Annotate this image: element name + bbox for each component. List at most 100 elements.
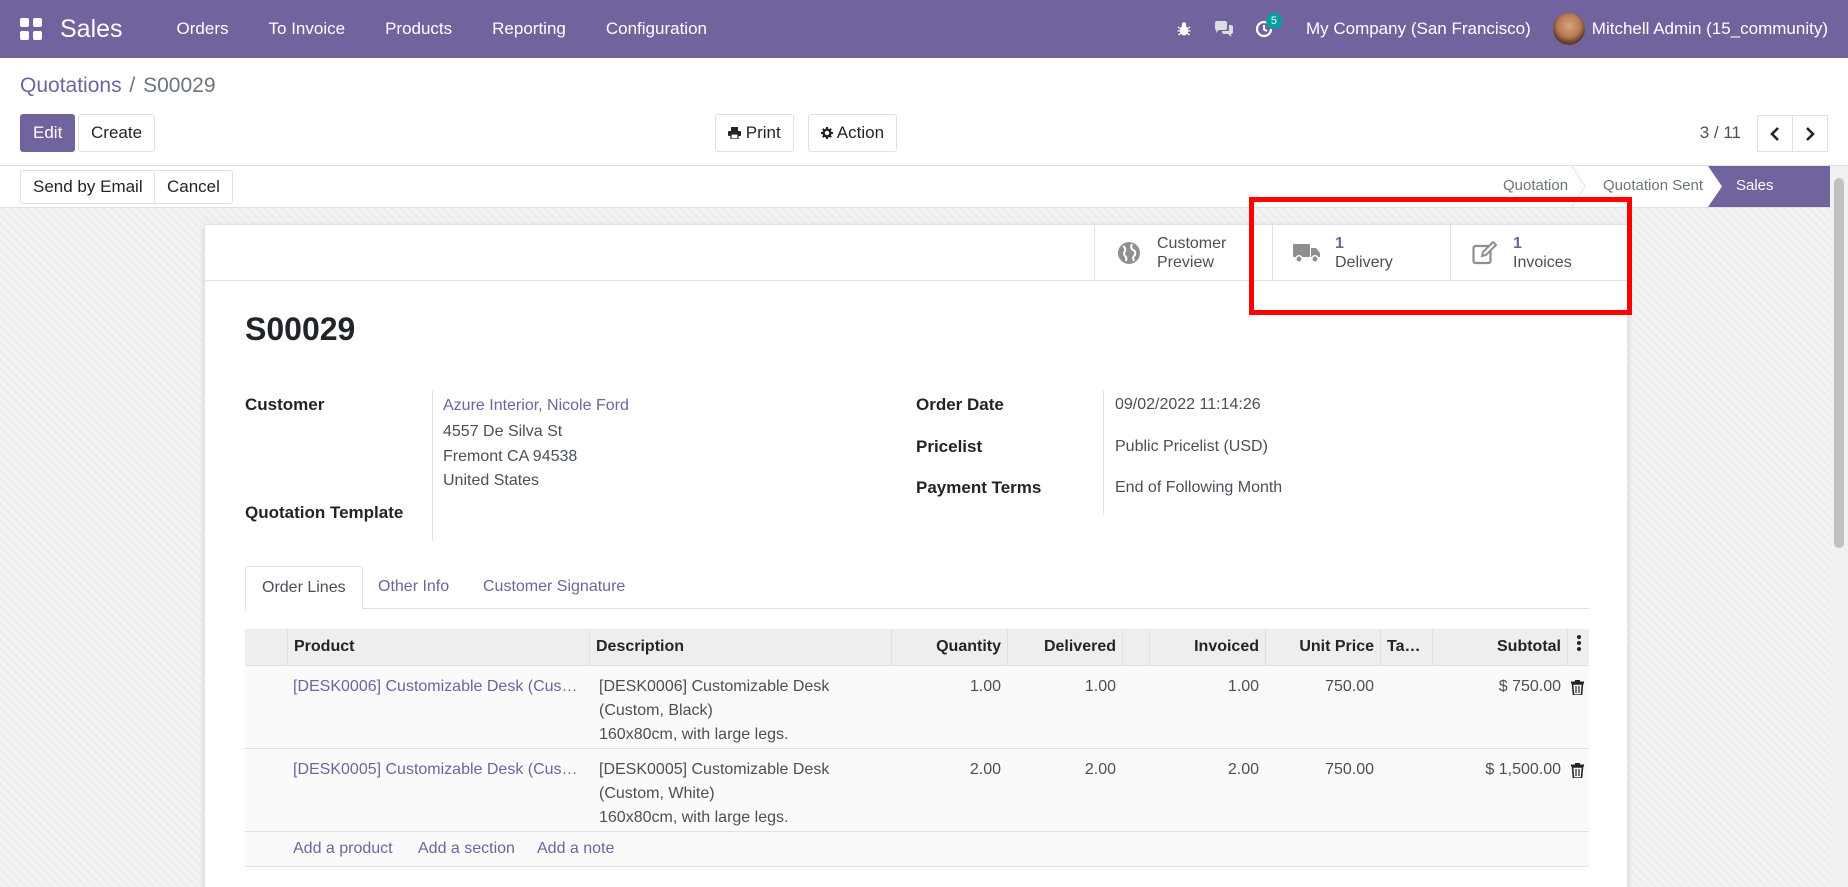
cancel-button[interactable]: Cancel (154, 170, 233, 204)
breadcrumb-separator: / (129, 74, 136, 97)
menu-configuration[interactable]: Configuration (586, 0, 727, 58)
order-date-label: Order Date (916, 395, 1004, 414)
description-line: (Custom, Black) (599, 702, 713, 719)
chevron-right-icon (1806, 126, 1815, 141)
description-line: [DESK0005] Customizable Desk (599, 761, 830, 778)
menu-products[interactable]: Products (365, 0, 472, 58)
send-by-email-button[interactable]: Send by Email (20, 170, 156, 204)
apps-menu-icon[interactable] (20, 18, 42, 40)
customer-preview-line2: Preview (1157, 253, 1214, 271)
field-divider (432, 391, 433, 541)
description-line: (Custom, White) (599, 785, 715, 802)
add-product-link[interactable]: Add a product (293, 840, 393, 858)
description-line: [DESK0006] Customizable Desk (599, 678, 830, 695)
customer-preview-button[interactable]: Customer Preview (1094, 225, 1272, 280)
customer-preview-line1: Customer (1157, 234, 1227, 252)
chat-messages-icon[interactable] (1204, 0, 1244, 58)
description-line: 160x80cm, with large legs. (599, 809, 789, 826)
delivery-smart-button[interactable]: 1 Delivery (1272, 225, 1450, 280)
row-quantity[interactable]: 1.00 (891, 675, 1001, 699)
print-button[interactable]: Print (715, 114, 794, 152)
column-handle (245, 629, 287, 665)
notebook-tabs: Order Lines Other Info Customer Signatur… (245, 566, 1589, 610)
description-line: 160x80cm, with large legs. (599, 726, 789, 743)
pricelist-value: Public Pricelist (USD) (1115, 438, 1268, 455)
action-label: Action (836, 123, 885, 142)
row-invoiced: 1.00 (1227, 678, 1259, 695)
optional-columns-toggle[interactable] (1567, 629, 1589, 665)
row-delivered[interactable]: 2.00 (1007, 758, 1116, 782)
truck-icon (1293, 239, 1321, 267)
row-product[interactable]: [DESK0006] Customizable Desk (Cus… (293, 675, 587, 699)
stage-sales-order[interactable]: Sales Order (1708, 166, 1830, 207)
breadcrumb-quotations-link[interactable]: Quotations (20, 74, 122, 97)
column-spacer (1122, 629, 1149, 665)
row-product[interactable]: [DESK0005] Customizable Desk (Cus… (293, 758, 587, 782)
printer-icon (728, 127, 741, 140)
order-date-value: 09/02/2022 11:14:26 (1115, 396, 1261, 413)
scrollbar-thumb[interactable] (1834, 178, 1844, 548)
table-header: Product Description Quantity Delivered I… (245, 629, 1589, 666)
menu-reporting[interactable]: Reporting (472, 0, 586, 58)
create-button[interactable]: Create (78, 114, 156, 152)
company-switcher[interactable]: My Company (San Francisco) (1284, 19, 1553, 39)
row-subtotal: $ 750.00 (1498, 678, 1561, 695)
table-row[interactable]: [DESK0005] Customizable Desk (Cus… [DESK… (245, 749, 1589, 832)
form-sheet: Customer Preview 1 Delivery 1 Invoices S… (204, 224, 1628, 887)
order-lines-table: Product Description Quantity Delivered I… (245, 629, 1589, 867)
user-menu[interactable]: Mitchell Admin (15_community) (1592, 19, 1828, 39)
menu-orders[interactable]: Orders (157, 0, 249, 58)
add-line-row: Add a product Add a section Add a note (245, 832, 1589, 867)
row-description: [DESK0006] Customizable Desk (Custom, Bl… (599, 675, 829, 747)
stage-quotation[interactable]: Quotation (1503, 166, 1568, 207)
stage-separator-chevron (1572, 166, 1586, 207)
app-brand[interactable]: Sales (60, 15, 123, 44)
delivery-count: 1 (1335, 234, 1344, 252)
pager-previous-button[interactable] (1757, 115, 1793, 152)
row-delivered[interactable]: 1.00 (1007, 675, 1116, 699)
invoices-smart-button[interactable]: 1 Invoices (1450, 225, 1627, 280)
action-button[interactable]: Action (808, 114, 898, 152)
menu-to-invoice[interactable]: To Invoice (249, 0, 366, 58)
add-note-link[interactable]: Add a note (537, 840, 614, 858)
column-taxes[interactable]: Tax… (1380, 629, 1432, 665)
tab-other-info[interactable]: Other Info (362, 566, 465, 609)
tab-order-lines[interactable]: Order Lines (245, 566, 363, 610)
invoices-label: Invoices (1513, 253, 1572, 271)
activity-clock-icon[interactable]: 5 (1244, 0, 1284, 58)
customer-address-line: 4557 De Silva St (443, 423, 563, 440)
tab-customer-signature[interactable]: Customer Signature (467, 566, 641, 609)
edit-button[interactable]: Edit (20, 114, 76, 152)
column-quantity[interactable]: Quantity (891, 629, 1007, 665)
column-invoiced[interactable]: Invoiced (1149, 629, 1265, 665)
trash-icon[interactable] (1571, 762, 1584, 786)
stage-quotation-sent[interactable]: Quotation Sent (1603, 166, 1703, 207)
page-scrollbar[interactable] (1830, 166, 1848, 887)
smart-button-box: Customer Preview 1 Delivery 1 Invoices (205, 225, 1627, 281)
column-delivered[interactable]: Delivered (1007, 629, 1122, 665)
customer-name-link[interactable]: Azure Interior, Nicole Ford (443, 397, 629, 415)
user-avatar[interactable] (1552, 13, 1585, 45)
customer-address-line: United States (443, 472, 540, 489)
customer-address-line: Fremont CA 94538 (443, 448, 578, 465)
column-subtotal[interactable]: Subtotal (1432, 629, 1567, 665)
row-unit-price[interactable]: 750.00 (1265, 675, 1374, 699)
trash-icon[interactable] (1571, 679, 1584, 703)
pager-counter[interactable]: 3 / 11 (1700, 123, 1741, 143)
chevron-left-icon (1770, 126, 1779, 141)
row-unit-price[interactable]: 750.00 (1265, 758, 1374, 782)
row-quantity[interactable]: 2.00 (891, 758, 1001, 782)
add-section-link[interactable]: Add a section (418, 840, 515, 858)
breadcrumb: Quotations / S00029 (20, 74, 216, 98)
gear-icon (821, 127, 833, 139)
column-unit-price[interactable]: Unit Price (1265, 629, 1380, 665)
pricelist-label: Pricelist (916, 437, 983, 456)
column-description[interactable]: Description (589, 629, 891, 665)
column-product[interactable]: Product (287, 629, 589, 665)
top-navbar: Sales Orders To Invoice Products Reporti… (0, 0, 1848, 58)
vertical-dots-icon (1576, 635, 1581, 651)
pager-next-button[interactable] (1792, 115, 1828, 152)
payment-terms-label: Payment Terms (916, 478, 1042, 497)
table-row[interactable]: [DESK0006] Customizable Desk (Cus… [DESK… (245, 666, 1589, 749)
debug-bug-icon[interactable] (1164, 0, 1204, 58)
